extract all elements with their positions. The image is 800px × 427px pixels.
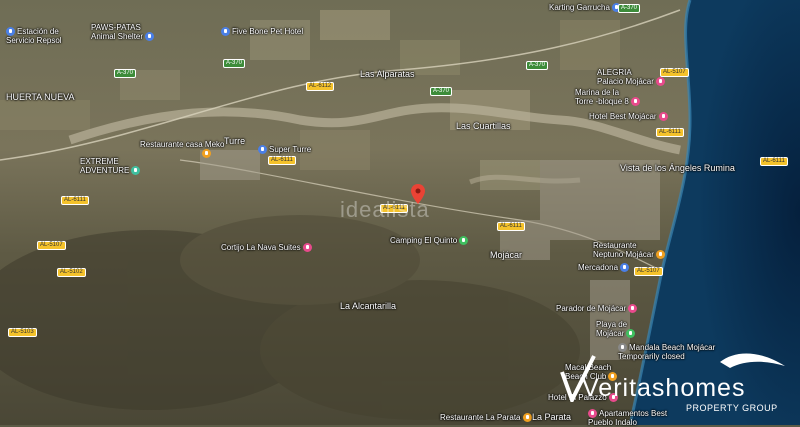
road-shield: AL-6111 (497, 222, 525, 231)
brand-name: Veritashomes (582, 374, 746, 402)
place-restaurante-la-parata[interactable]: Restaurante La Parata (440, 413, 534, 423)
road-shield: AL-6112 (306, 82, 335, 91)
road-shield: AL-6111 (268, 156, 296, 165)
hotel-icon (630, 97, 640, 107)
restaurant-icon (655, 250, 665, 260)
road-shield: AL-5103 (8, 328, 37, 337)
place-repsol[interactable]: Estación de Servicio Repsol (6, 27, 62, 45)
road-shield: AL-5107 (660, 68, 689, 77)
brand-logo: Veritashomes PROPERTY GROUP (560, 352, 800, 425)
place-turre: Turre (224, 136, 246, 146)
place-extreme-adventure[interactable]: EXTREME ADVENTURE (80, 157, 142, 176)
place-neptuno[interactable]: Restaurante Neptuno Mojácar (593, 241, 667, 260)
road-shield: AL-6111 (760, 157, 788, 166)
road-shield: AL-5107 (37, 241, 66, 250)
pet-icon (221, 27, 230, 37)
place-alegria[interactable]: ALEGRIA Palacio Mojácar (597, 68, 667, 87)
road-shield: A-370 (114, 69, 137, 78)
place-mercadona[interactable]: Mercadona (578, 263, 631, 273)
road-shield: AL-5102 (57, 268, 86, 277)
hotel-icon (628, 304, 638, 314)
place-marina-torre[interactable]: Marina de la Torre -bloque 8 (575, 88, 642, 107)
place-huerta-nueva: HUERTA NUEVA (6, 92, 75, 102)
restaurant-icon (202, 149, 211, 159)
hotel-icon (658, 112, 668, 122)
place-five-bone[interactable]: Five Bone Pet Hotel (221, 27, 303, 37)
brand-tagline: PROPERTY GROUP (686, 403, 778, 413)
place-casa-meko[interactable]: Restaurante casa Meko (140, 140, 225, 159)
beach-icon (626, 329, 636, 339)
road-shield: A-370 (430, 87, 453, 96)
place-camping-el-quinto[interactable]: Camping El Quinto (390, 236, 470, 246)
place-playa-mojacar[interactable]: Playa de Mojácar (596, 320, 637, 339)
place-super-turre[interactable]: Super Turre (258, 145, 311, 155)
road-shield: AL-6111 (656, 128, 684, 137)
road-shield: A-370 (618, 4, 641, 13)
road-shield: AL-5107 (634, 267, 663, 276)
place-paws[interactable]: PAWS-PATAS Animal Shelter (91, 23, 156, 42)
hotel-icon (655, 77, 665, 87)
road-shield: A-370 (223, 59, 246, 68)
camping-icon (459, 236, 469, 246)
hotel-icon (302, 243, 312, 253)
pet-icon (145, 32, 155, 42)
adventure-icon (131, 166, 141, 176)
place-cortijo-la-nava[interactable]: Cortijo La Nava Suites (221, 243, 314, 253)
place-las-cuartillas: Las Cuartillas (456, 121, 511, 131)
location-marker-icon[interactable] (411, 184, 425, 204)
place-hotel-best[interactable]: Hotel Best Mojácar (589, 112, 670, 122)
road-shield: A-370 (526, 61, 549, 70)
place-parador[interactable]: Parador de Mojácar (556, 304, 639, 314)
restaurant-icon (522, 413, 532, 423)
place-las-alparatas: Las Alparatas (360, 69, 415, 79)
shop-icon (620, 263, 630, 273)
shop-icon (258, 145, 267, 155)
place-mojacar: Mojácar (490, 250, 523, 260)
road-shield: AL-6111 (61, 196, 89, 205)
place-vista-angeles: Vista de los Ángeles Rumina (620, 163, 735, 173)
place-karting[interactable]: Karting Garrucha (549, 3, 623, 13)
place-la-alcantarilla: La Alcantarilla (340, 301, 397, 311)
